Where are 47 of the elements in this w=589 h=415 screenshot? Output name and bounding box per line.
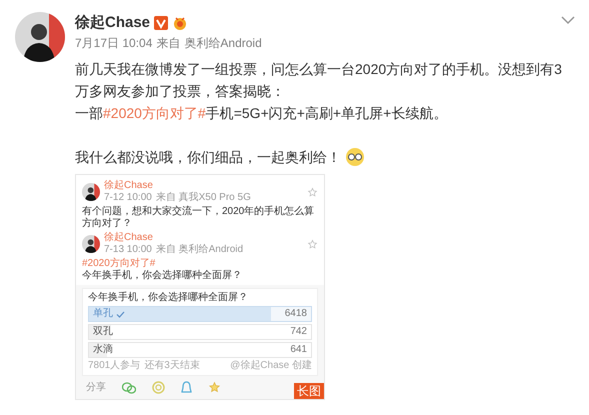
option-count: 742 xyxy=(290,326,307,338)
hashtag-link[interactable]: #2020方向对了# xyxy=(103,105,206,121)
mini-avatar[interactable] xyxy=(82,235,100,253)
poll-creator: @徐起Chase 创建 xyxy=(230,360,312,372)
post-source: 来自 真我X50 Pro 5G xyxy=(156,192,251,204)
source-link[interactable]: 奥利给Android xyxy=(184,34,262,52)
chat-bubbles-icon[interactable] xyxy=(122,382,136,394)
post-time[interactable]: 7月17日 10:04 xyxy=(75,34,152,52)
check-icon xyxy=(116,310,125,318)
star-icon[interactable] xyxy=(307,186,318,198)
post-text: 今年换手机，你会选择哪种全面屏？ xyxy=(82,270,243,282)
share-label: 分享 xyxy=(86,382,106,394)
poll-title: 今年换手机，你会选择哪种全面屏？ xyxy=(88,292,249,304)
poll-remaining: 还有3天结束 xyxy=(144,360,200,372)
chevron-down-icon[interactable] xyxy=(561,16,575,25)
poll-option[interactable]: 双孔 742 xyxy=(88,324,312,340)
post-text: 一部#2020方向对了#手机=5G+闪充+高刷+单孔屏+长续航。 xyxy=(75,104,448,123)
option-label: 双孔 xyxy=(93,326,113,338)
avatar[interactable] xyxy=(15,12,65,62)
post-text: 我什么都没说哦，你们细品，一起奥利给！ xyxy=(75,148,341,167)
post-time: 7-12 10:00 xyxy=(104,192,152,204)
medal-icon xyxy=(172,15,188,31)
mini-avatar[interactable] xyxy=(82,183,100,201)
post-time: 7-13 10:00 xyxy=(104,244,152,256)
source-prefix: 来自 xyxy=(156,35,180,52)
post-text: 有个问题，想和大家交流一下，2020年的手机怎么算方向对了？ xyxy=(82,206,316,230)
bubble-icon[interactable] xyxy=(181,381,192,394)
author-name[interactable]: 徐起Chase xyxy=(75,12,150,34)
emoji-icon xyxy=(345,147,365,167)
long-image-badge: 长图 xyxy=(294,383,324,399)
option-label: 单孔 xyxy=(93,308,113,320)
hashtag-link[interactable]: #2020方向对了# xyxy=(82,258,318,270)
author-name[interactable]: 徐起Chase xyxy=(104,180,303,192)
post-source: 来自 奥利给Android xyxy=(156,244,244,256)
star-icon[interactable] xyxy=(208,381,221,394)
long-image[interactable]: 徐起Chase 7-12 10:00 来自 真我X50 Pro 5G 有个问题，想和大家交流一下，2020年的手机怎么算方向对了？ 徐起Chase 7-13 10:00 来自 奥利给Android #2020方向对了# 今年换手机，你会选择哪种全面屏？ 今年换手机，你会选择哪种全面屏？ 单孔 6418 双孔 742 水滴 641 7801人参与 还有3天结束 @徐起Chase 创建 分享 长图 xyxy=(75,174,325,400)
poll-participants: 7801人参与 xyxy=(88,360,140,372)
option-count: 6418 xyxy=(284,308,307,320)
poll-option[interactable]: 单孔 6418 xyxy=(88,306,312,322)
star-icon[interactable] xyxy=(307,238,318,250)
verified-icon xyxy=(154,16,168,30)
ring-icon[interactable] xyxy=(152,381,165,394)
option-count: 641 xyxy=(290,344,307,356)
post-text: 前几天我在微博发了一组投票，问怎么算一台2020方向对了的手机。没想到有3万多网友参加了投票，答案揭晓： xyxy=(75,60,563,101)
option-label: 水滴 xyxy=(93,344,113,356)
author-name[interactable]: 徐起Chase xyxy=(104,232,303,244)
poll-option[interactable]: 水滴 641 xyxy=(88,342,312,358)
